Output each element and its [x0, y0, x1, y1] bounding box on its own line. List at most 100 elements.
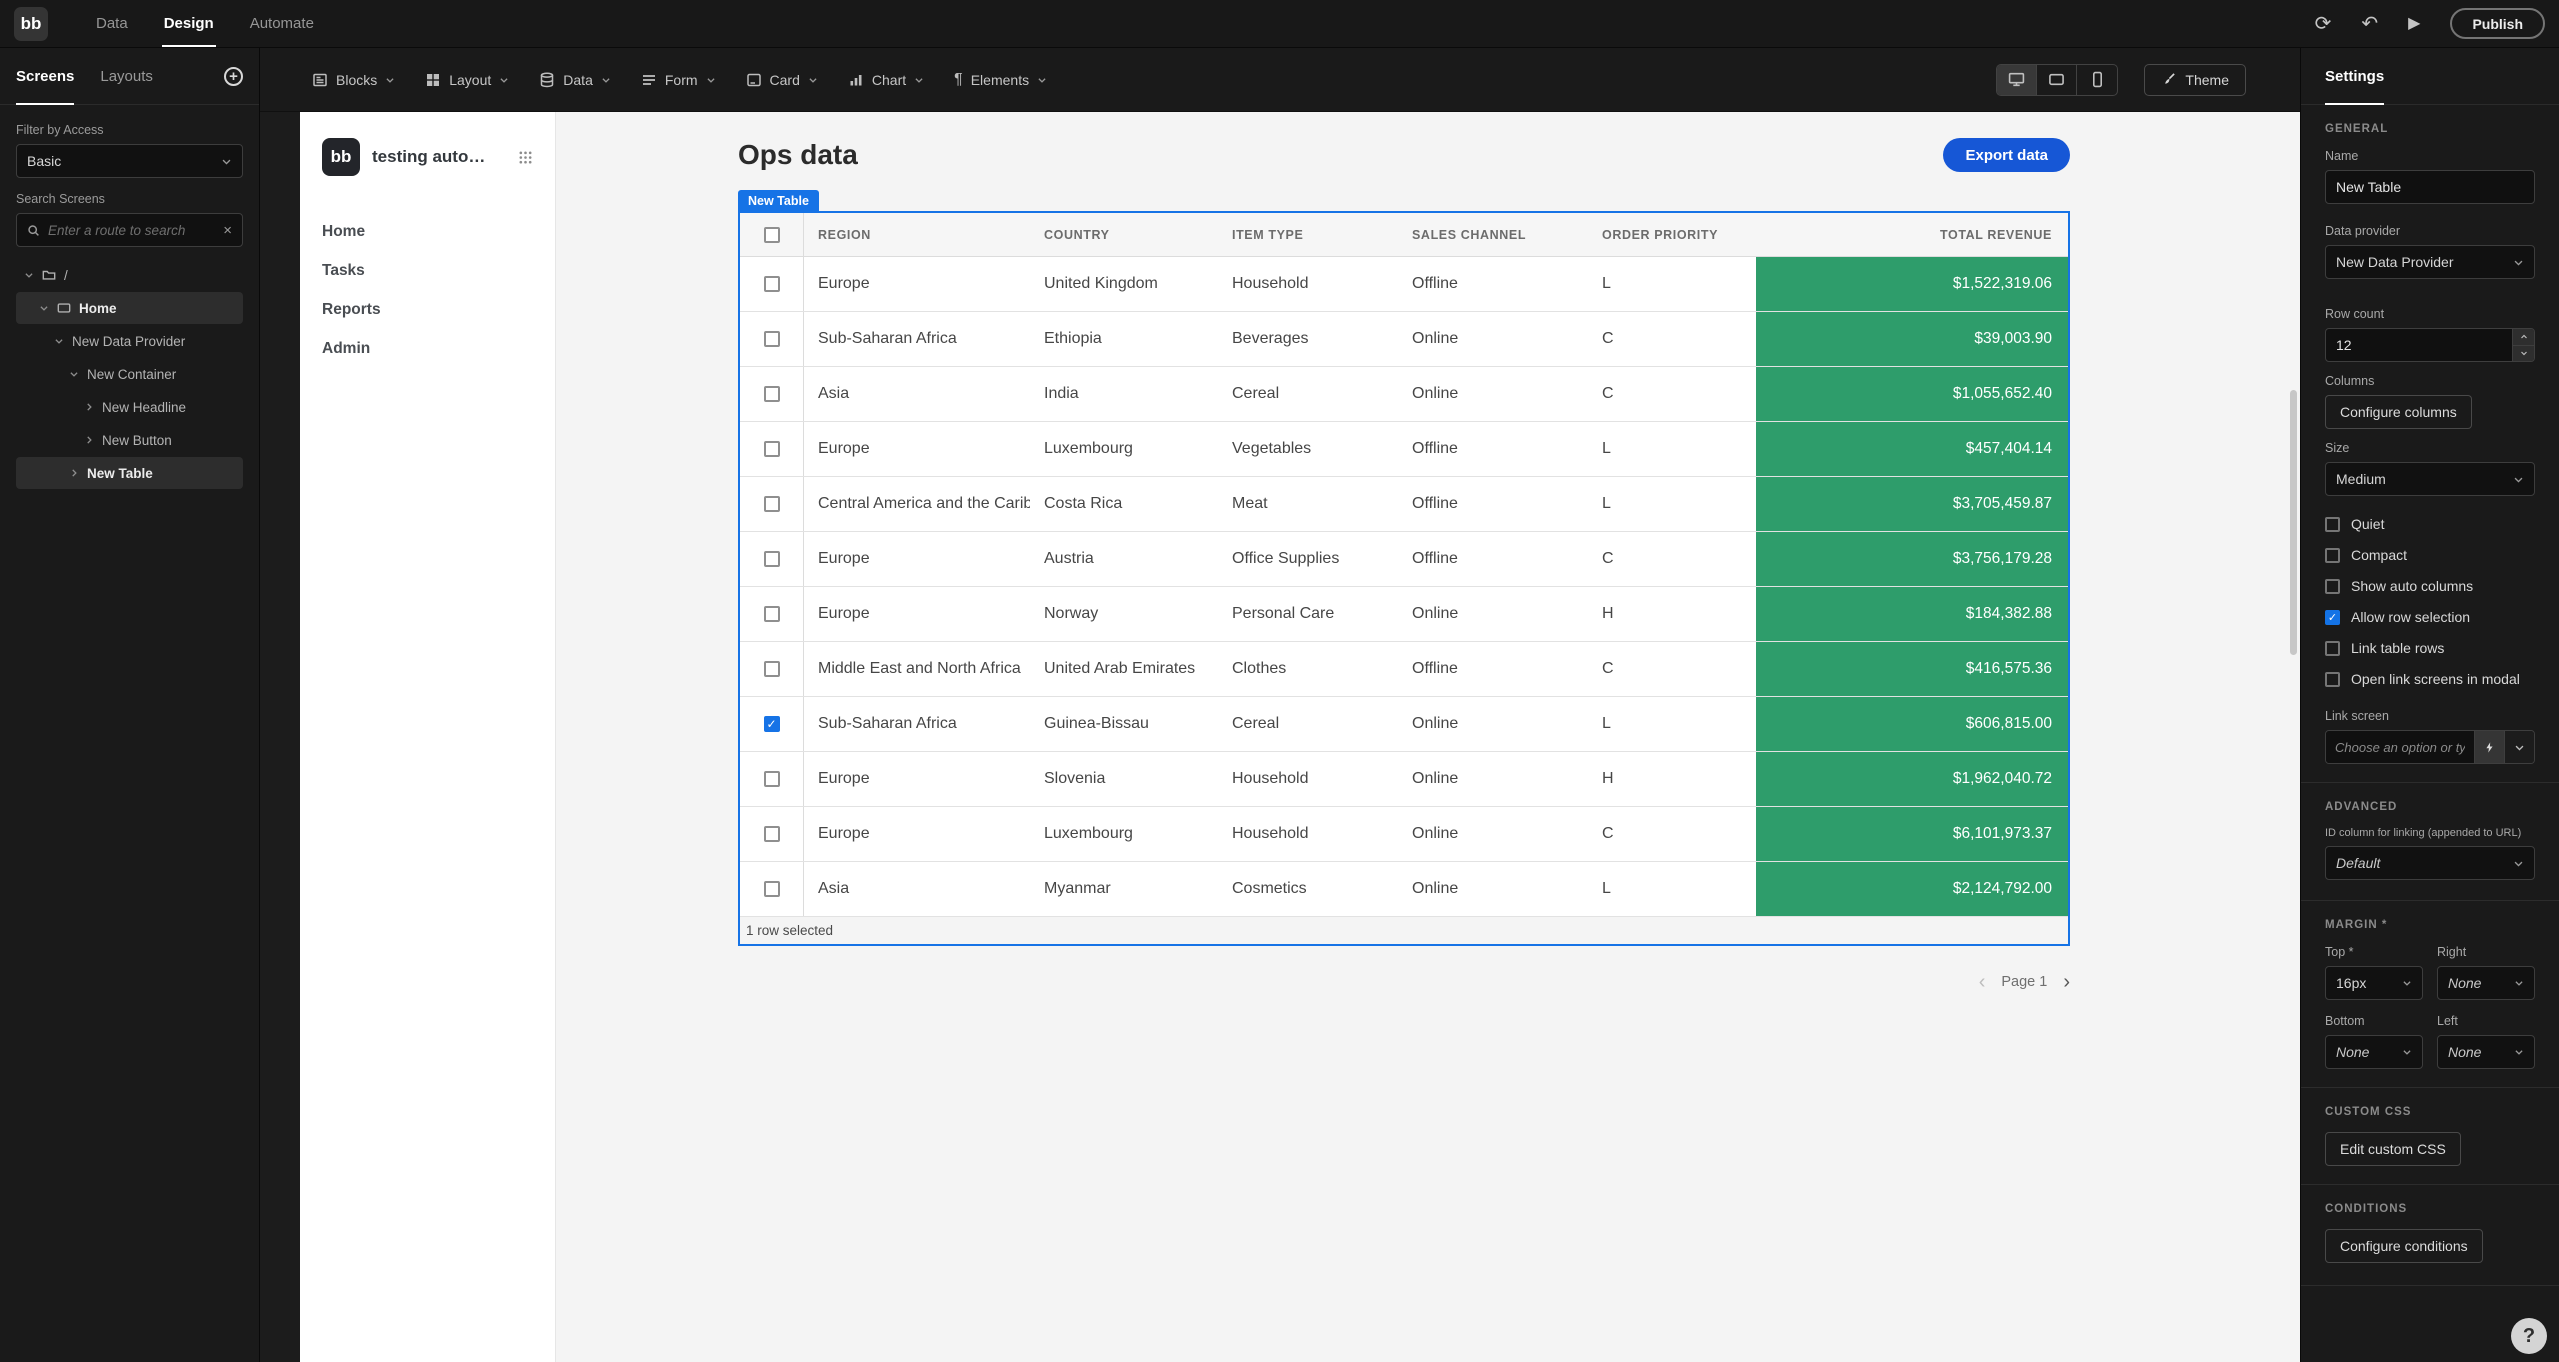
checkbox-link-table-rows[interactable]	[2325, 641, 2340, 656]
row-checkbox[interactable]	[764, 881, 780, 897]
tab-screens[interactable]: Screens	[16, 48, 74, 104]
tree-item-new-table[interactable]: New Table	[16, 457, 243, 489]
chevron-down-icon[interactable]	[39, 303, 49, 313]
add-screen-icon[interactable]: +	[224, 67, 243, 86]
link-screen-picker[interactable]	[2325, 730, 2535, 764]
toolbar-item-label: Card	[770, 72, 800, 88]
stepper-down-icon[interactable]	[2513, 346, 2534, 362]
cell-total-revenue: $1,522,319.06	[1756, 257, 2068, 311]
row-checkbox[interactable]	[764, 826, 780, 842]
toolbar-item-card[interactable]: Card	[746, 72, 818, 88]
nav-link-reports[interactable]: Reports	[322, 290, 533, 329]
next-page-icon[interactable]: ›	[2063, 972, 2070, 992]
margin-bottom-select[interactable]: None	[2325, 1035, 2423, 1069]
data-provider-select[interactable]: New Data Provider	[2325, 245, 2535, 279]
table-row: Central America and the Caribb…Costa Ric…	[740, 477, 2068, 532]
checkbox-compact[interactable]	[2325, 548, 2340, 563]
toolbar-item-elements[interactable]: ¶Elements	[954, 72, 1047, 88]
toolbar-item-label: Elements	[971, 72, 1029, 88]
size-select[interactable]: Medium	[2325, 462, 2535, 496]
help-button[interactable]: ?	[2511, 1318, 2547, 1354]
edit-custom-css-button[interactable]: Edit custom CSS	[2325, 1132, 2461, 1166]
undo-icon[interactable]: ↶	[2361, 14, 2378, 34]
tree-item--[interactable]: /	[16, 259, 243, 291]
id-column-select[interactable]: Default	[2325, 846, 2535, 880]
row-checkbox[interactable]	[764, 551, 780, 567]
row-checkbox[interactable]	[764, 496, 780, 512]
row-checkbox[interactable]	[764, 771, 780, 787]
app-scrollbar[interactable]	[2290, 390, 2297, 655]
chevron-down-icon	[808, 75, 818, 85]
chevron-down-icon[interactable]	[69, 369, 79, 379]
toolbar-item-form[interactable]: Form	[641, 72, 716, 88]
device-tablet-button[interactable]	[2037, 65, 2077, 95]
toolbar-item-blocks[interactable]: Blocks	[312, 72, 395, 88]
margin-left-select[interactable]: None	[2437, 1035, 2535, 1069]
checkbox-open-link-screens-in-modal[interactable]	[2325, 672, 2340, 687]
device-desktop-button[interactable]	[1997, 65, 2037, 95]
device-phone-button[interactable]	[2077, 65, 2117, 95]
publish-button[interactable]: Publish	[2450, 8, 2545, 39]
clear-search-icon[interactable]: ×	[223, 222, 232, 239]
row-checkbox[interactable]: ✓	[764, 716, 780, 732]
grid-handle-icon[interactable]	[518, 150, 533, 165]
row-count-stepper[interactable]	[2325, 328, 2535, 362]
chevron-down-icon[interactable]	[2504, 731, 2534, 763]
row-checkbox[interactable]	[764, 441, 780, 457]
canvas-area: Blocks Layout Data Form Card Chart ¶Elements T…	[260, 48, 2300, 1362]
row-checkbox[interactable]	[764, 331, 780, 347]
row-checkbox[interactable]	[764, 661, 780, 677]
nav-link-tasks[interactable]: Tasks	[322, 251, 533, 290]
name-field[interactable]	[2325, 170, 2535, 204]
topbar-tab-data[interactable]: Data	[78, 0, 146, 47]
margin-right-select[interactable]: None	[2437, 966, 2535, 1000]
prev-page-icon[interactable]: ‹	[1979, 972, 1986, 992]
configure-conditions-button[interactable]: Configure conditions	[2325, 1229, 2483, 1263]
nav-link-admin[interactable]: Admin	[322, 329, 533, 368]
configure-columns-button[interactable]: Configure columns	[2325, 395, 2472, 429]
checkbox-allow-row-selection[interactable]: ✓	[2325, 610, 2340, 625]
tree-item-new-headline[interactable]: New Headline	[16, 391, 243, 423]
screen-search-box[interactable]: ×	[16, 213, 243, 247]
row-checkbox[interactable]	[764, 386, 780, 402]
row-checkbox[interactable]	[764, 606, 780, 622]
tree-item-new-button[interactable]: New Button	[16, 424, 243, 456]
topbar-tab-automate[interactable]: Automate	[232, 0, 332, 47]
chevron-right-icon[interactable]	[84, 402, 94, 412]
link-screen-input[interactable]	[2326, 731, 2474, 763]
chevron-down-icon[interactable]	[54, 336, 64, 346]
cell-sales-channel: Offline	[1398, 257, 1588, 311]
tree-item-new-container[interactable]: New Container	[16, 358, 243, 390]
cell-total-revenue: $2,124,792.00	[1756, 862, 2068, 916]
tree-item-home[interactable]: Home	[16, 292, 243, 324]
chevron-right-icon[interactable]	[84, 435, 94, 445]
export-data-button[interactable]: Export data	[1943, 138, 2070, 172]
search-input[interactable]	[48, 223, 215, 238]
checkbox-show-auto-columns[interactable]	[2325, 579, 2340, 594]
chevron-right-icon[interactable]	[69, 468, 79, 478]
preview-play-icon[interactable]: ▶	[2408, 16, 2420, 32]
page-title: Ops data	[738, 139, 858, 171]
nav-link-home[interactable]: Home	[322, 212, 533, 251]
cell-region: Europe	[804, 752, 1030, 806]
toolbar-item-label: Data	[563, 72, 593, 88]
id-column-label: ID column for linking (appended to URL)	[2325, 827, 2535, 839]
topbar-tab-design[interactable]: Design	[146, 0, 232, 47]
margin-top-select[interactable]: 16px	[2325, 966, 2423, 1000]
tab-layouts[interactable]: Layouts	[100, 48, 153, 104]
select-all-checkbox[interactable]	[764, 227, 780, 243]
toolbar-item-chart[interactable]: Chart	[848, 72, 924, 88]
binding-bolt-icon[interactable]	[2474, 731, 2504, 763]
toolbar-item-data[interactable]: Data	[539, 72, 611, 88]
row-count-input[interactable]	[2326, 329, 2512, 361]
tab-settings[interactable]: Settings	[2325, 48, 2384, 104]
stepper-up-icon[interactable]	[2513, 329, 2534, 346]
row-checkbox[interactable]	[764, 276, 780, 292]
access-filter-select[interactable]: Basic	[16, 144, 243, 178]
chevron-down-icon[interactable]	[24, 270, 34, 280]
tree-item-new-data-provider[interactable]: New Data Provider	[16, 325, 243, 357]
checkbox-quiet[interactable]	[2325, 517, 2340, 532]
toolbar-item-layout[interactable]: Layout	[425, 72, 509, 88]
theme-button[interactable]: Theme	[2144, 64, 2246, 96]
sync-icon[interactable]: ⟳	[2315, 14, 2332, 34]
